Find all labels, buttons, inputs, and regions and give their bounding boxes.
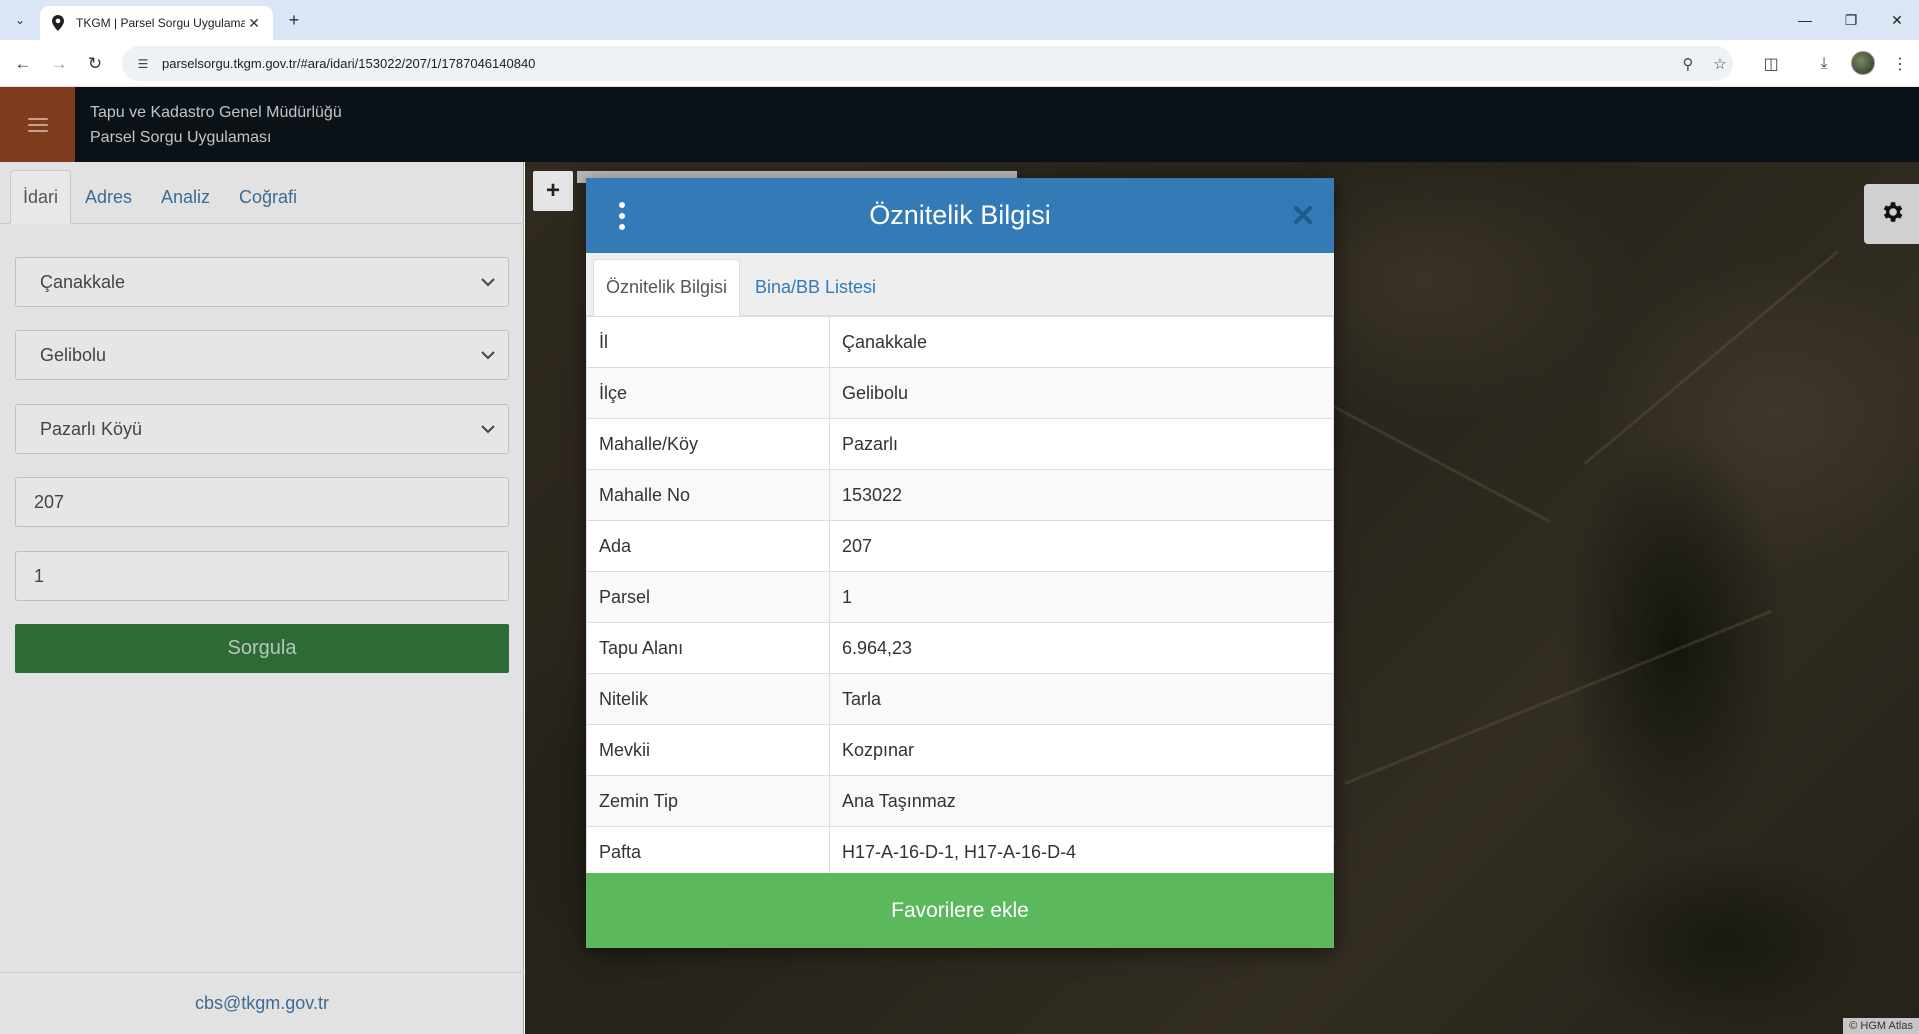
row-value: Gelibolu [829,367,1334,419]
row-key: İlçe [586,367,830,419]
panel-footer: cbs@tkgm.gov.tr [0,972,524,1034]
row-key: Ada [586,520,830,572]
map-attribution: © HGM Atlas [1843,1018,1919,1034]
tab-analiz[interactable]: Analiz [149,170,222,224]
org-name: Tapu ve Kadastro Genel Müdürlüğü [90,104,342,121]
table-row: Mahalle/Köy Pazarlı [586,418,1334,470]
row-key: Mahalle No [586,469,830,521]
address-bar-url: parselsorgu.tkgm.gov.tr/#ara/idari/15302… [162,56,536,71]
zoom-in-button[interactable]: + [533,171,573,211]
ada-input-value: 207 [34,491,65,512]
modal-tabs: Öznitelik Bilgisi Bina/BB Listesi [586,253,1334,316]
modal-header: Öznitelik Bilgisi [586,178,1334,253]
ilce-select-value: Gelibolu [40,344,107,365]
app-header: Tapu ve Kadastro Genel Müdürlüğü Parsel … [0,87,1919,162]
table-row: Pafta H17-A-16-D-1, H17-A-16-D-4 [586,826,1334,878]
modal-close-icon[interactable] [1290,202,1316,228]
attribute-info-modal: Öznitelik Bilgisi Öznitelik Bilgisi Bina… [586,178,1334,948]
browser-tab-bar: ⌄ TKGM | Parsel Sorgu Uygulaması ✕ + — ❐… [0,0,1919,40]
parsel-input-value: 1 [34,565,45,586]
browser-menu-kebab-icon[interactable]: ⋮ [1888,52,1912,76]
row-key: Mevkii [586,724,830,776]
tab-adres[interactable]: Adres [73,170,144,224]
tab-idari[interactable]: İdari [10,170,72,224]
il-select[interactable]: Çanakkale [15,257,509,307]
contact-email-link[interactable]: cbs@tkgm.gov.tr [195,993,329,1014]
sorgula-button[interactable]: Sorgula [15,624,509,673]
add-to-favorites-button[interactable]: Favorilere ekle [586,873,1334,948]
row-key: İl [586,316,830,368]
tab-cografi[interactable]: Coğrafi [227,170,309,224]
row-value: Pazarlı [829,418,1334,470]
browser-toolbar: ← → ↻ ☰ parselsorgu.tkgm.gov.tr/#ara/ida… [0,40,1919,87]
table-row: Tapu Alanı 6.964,23 [586,622,1334,674]
row-key: Mahalle/Köy [586,418,830,470]
row-value: Ana Taşınmaz [829,775,1334,827]
download-icon[interactable]: ⤓ [1812,52,1836,76]
browser-tab-active[interactable]: TKGM | Parsel Sorgu Uygulaması ✕ [40,6,273,40]
tab-bina-bb-listesi[interactable]: Bina/BB Listesi [743,259,888,316]
tab-close-icon[interactable]: ✕ [245,14,263,32]
tab-oznitelik-bilgisi[interactable]: Öznitelik Bilgisi [593,259,741,316]
location-pin-icon [50,15,66,31]
row-key: Parsel [586,571,830,623]
attribute-table: İl Çanakkale İlçe Gelibolu Mahalle/Köy Paza… [586,316,1334,878]
browser-tab-title: TKGM | Parsel Sorgu Uygulaması [76,16,245,30]
row-value: Çanakkale [829,316,1334,368]
profile-avatar[interactable] [1851,51,1875,75]
row-key: Zemin Tip [586,775,830,827]
window-restore-icon[interactable]: ❐ [1836,8,1866,32]
hamburger-icon [27,117,48,132]
tab-list-chevron-icon[interactable]: ⌄ [8,9,32,31]
mahalle-select-value: Pazarlı Köyü [40,418,143,439]
site-settings-icon[interactable]: ☰ [134,55,152,73]
parsel-input[interactable]: 1 [15,551,509,601]
new-tab-plus-icon[interactable]: + [282,9,306,31]
map-settings-button[interactable] [1864,184,1919,244]
row-value: Kozpınar [829,724,1334,776]
ilce-select[interactable]: Gelibolu [15,330,509,380]
table-row: Mahalle No 153022 [586,469,1334,521]
table-row: Zemin Tip Ana Taşınmaz [586,775,1334,827]
reload-icon[interactable]: ↻ [82,51,108,77]
table-row: İl Çanakkale [586,316,1334,368]
zoom-magnifier-icon[interactable]: ⚲ [1678,54,1698,74]
chevron-down-icon [480,421,496,437]
hamburger-menu-button[interactable] [0,87,75,162]
table-row: Nitelik Tarla [586,673,1334,725]
table-row: Parsel 1 [586,571,1334,623]
il-select-value: Çanakkale [40,271,126,292]
row-value: 153022 [829,469,1334,521]
row-key: Nitelik [586,673,830,725]
forward-arrow-icon[interactable]: → [46,51,72,77]
bookmark-star-icon[interactable]: ☆ [1710,54,1730,74]
app-name: Parsel Sorgu Uygulaması [90,129,272,146]
row-value: 207 [829,520,1334,572]
window-minimize-icon[interactable]: — [1790,8,1820,32]
row-key: Pafta [586,826,830,878]
table-row: Mevkii Kozpınar [586,724,1334,776]
modal-kebab-menu-icon[interactable] [616,202,628,230]
mahalle-select[interactable]: Pazarlı Köyü [15,404,509,454]
modal-title: Öznitelik Bilgisi [869,200,1051,230]
address-bar[interactable]: ☰ parselsorgu.tkgm.gov.tr/#ara/idari/153… [122,46,1733,81]
table-row: Ada 207 [586,520,1334,572]
query-tabs: İdari Adres Analiz Coğrafi [0,162,524,224]
row-value: 1 [829,571,1334,623]
row-value: 6.964,23 [829,622,1334,674]
chevron-down-icon [480,347,496,363]
chevron-down-icon [480,274,496,290]
window-close-icon[interactable]: ✕ [1882,8,1912,32]
extensions-puzzle-icon[interactable]: ◫ [1759,52,1783,76]
gear-icon [1879,199,1905,230]
row-value: H17-A-16-D-1, H17-A-16-D-4 [829,826,1334,878]
back-arrow-icon[interactable]: ← [10,51,36,77]
row-key: Tapu Alanı [586,622,830,674]
ada-input[interactable]: 207 [15,477,509,527]
query-panel: İdari Adres Analiz Coğrafi Çanakkale Gel… [0,162,524,1034]
app-title: Tapu ve Kadastro Genel Müdürlüğü Parsel … [90,100,342,150]
table-row: İlçe Gelibolu [586,367,1334,419]
row-value: Tarla [829,673,1334,725]
